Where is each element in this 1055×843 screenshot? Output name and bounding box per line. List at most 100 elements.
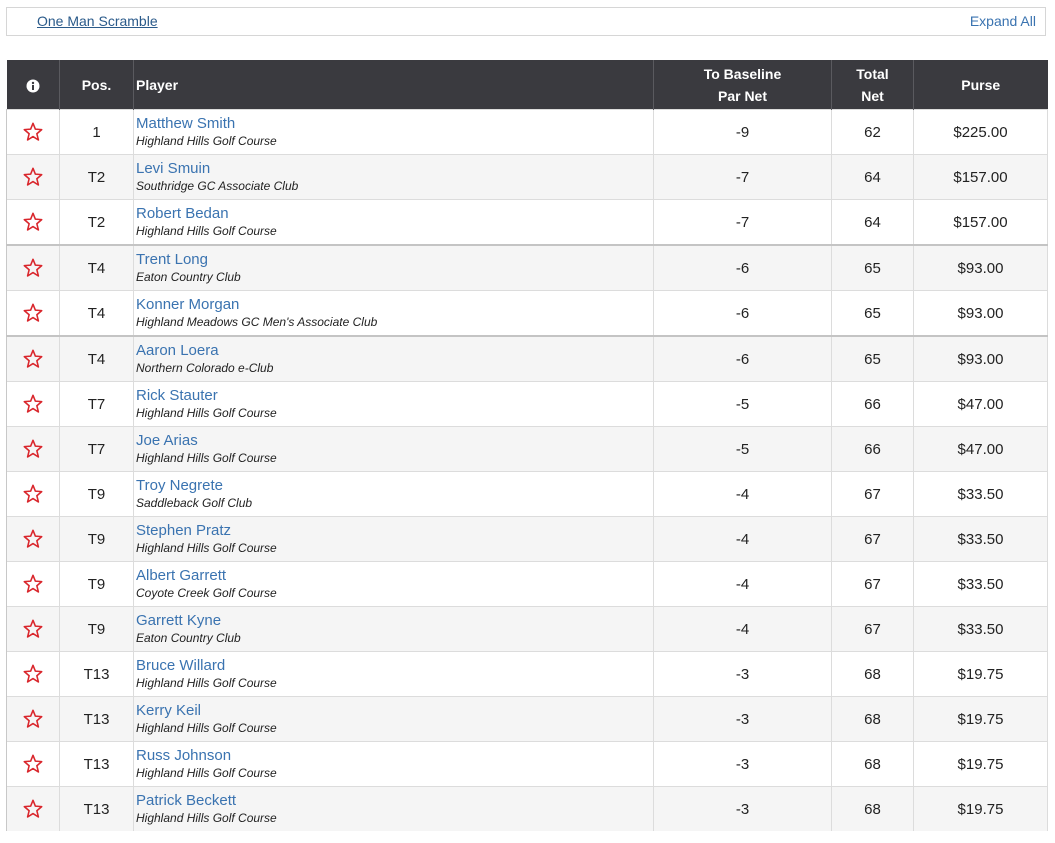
- pos-column-header[interactable]: Pos.: [59, 60, 134, 110]
- player-cell: Joe Arias Highland Hills Golf Course: [133, 426, 654, 472]
- star-outline-icon[interactable]: [22, 573, 44, 595]
- star-outline-icon[interactable]: [22, 438, 44, 460]
- star-outline-icon[interactable]: [22, 348, 44, 370]
- star-outline-icon[interactable]: [22, 393, 44, 415]
- star-outline-icon[interactable]: [22, 257, 44, 279]
- player-name-link[interactable]: Matthew Smith: [136, 115, 653, 133]
- table-row[interactable]: T2 Levi Smuin Southridge GC Associate Cl…: [6, 154, 1048, 200]
- table-row[interactable]: T13 Bruce Willard Highland Hills Golf Co…: [6, 651, 1048, 697]
- table-row[interactable]: T9 Stephen Pratz Highland Hills Golf Cou…: [6, 516, 1048, 562]
- table-row[interactable]: T4 Konner Morgan Highland Meadows GC Men…: [6, 290, 1048, 336]
- table-row[interactable]: T13 Patrick Beckett Highland Hills Golf …: [6, 786, 1048, 831]
- total-cell: 67: [831, 471, 914, 517]
- round-header-bar: One Man Scramble Expand All: [6, 7, 1046, 36]
- star-outline-icon[interactable]: [22, 166, 44, 188]
- player-name-link[interactable]: Aaron Loera: [136, 342, 653, 360]
- info-column-header[interactable]: [6, 60, 60, 110]
- to-par-cell: -3: [653, 741, 832, 787]
- player-club: Saddleback Golf Club: [136, 496, 253, 510]
- player-name-link[interactable]: Troy Negrete: [136, 477, 653, 495]
- round-name-link[interactable]: One Man Scramble: [37, 13, 158, 29]
- table-row[interactable]: T9 Troy Negrete Saddleback Golf Club -4 …: [6, 471, 1048, 517]
- to-par-cell: -5: [653, 381, 832, 427]
- player-name-link[interactable]: Garrett Kyne: [136, 612, 653, 630]
- star-outline-icon[interactable]: [22, 708, 44, 730]
- player-club: Highland Hills Golf Course: [136, 676, 277, 690]
- star-outline-icon[interactable]: [22, 798, 44, 820]
- to-par-value: -4: [735, 485, 750, 503]
- total-cell: 65: [831, 335, 914, 382]
- player-name-link[interactable]: Joe Arias: [136, 432, 653, 450]
- player-club: Highland Hills Golf Course: [136, 811, 277, 825]
- favorite-cell: [6, 651, 60, 697]
- star-outline-icon[interactable]: [22, 528, 44, 550]
- star-outline-icon[interactable]: [22, 753, 44, 775]
- star-outline-icon[interactable]: [22, 211, 44, 233]
- player-name-link[interactable]: Albert Garrett: [136, 567, 653, 585]
- purse-cell: $19.75: [913, 786, 1048, 831]
- table-row[interactable]: T9 Albert Garrett Coyote Creek Golf Cour…: [6, 561, 1048, 607]
- player-column-header[interactable]: Player: [133, 60, 654, 110]
- table-row[interactable]: T4 Aaron Loera Northern Colorado e-Club …: [6, 335, 1048, 382]
- table-row[interactable]: T7 Rick Stauter Highland Hills Golf Cour…: [6, 381, 1048, 427]
- star-outline-icon[interactable]: [22, 663, 44, 685]
- position-value: T4: [87, 304, 106, 322]
- purse-column-header[interactable]: Purse: [913, 60, 1048, 110]
- star-outline-icon[interactable]: [22, 483, 44, 505]
- position-cell: T4: [59, 290, 134, 336]
- favorite-cell: [6, 335, 60, 382]
- player-name-link[interactable]: Russ Johnson: [136, 747, 653, 765]
- total-column-header[interactable]: Total Net: [831, 60, 914, 110]
- to-par-value: -9: [735, 123, 750, 141]
- position-value: T2: [87, 168, 106, 186]
- table-row[interactable]: 1 Matthew Smith Highland Hills Golf Cour…: [6, 109, 1048, 155]
- total-value: 64: [864, 213, 881, 231]
- player-name-link[interactable]: Levi Smuin: [136, 160, 653, 178]
- total-cell: 68: [831, 696, 914, 742]
- position-value: 1: [92, 123, 101, 141]
- baseline-column-header[interactable]: To Baseline Par Net: [653, 60, 832, 110]
- total-value: 65: [864, 350, 881, 368]
- table-row[interactable]: T13 Kerry Keil Highland Hills Golf Cours…: [6, 696, 1048, 742]
- player-name-link[interactable]: Bruce Willard: [136, 657, 653, 675]
- to-par-cell: -3: [653, 786, 832, 831]
- total-value: 68: [864, 710, 881, 728]
- to-par-value: -3: [735, 755, 750, 773]
- total-cell: 65: [831, 244, 914, 291]
- player-name-link[interactable]: Robert Bedan: [136, 205, 653, 223]
- table-row[interactable]: T9 Garrett Kyne Eaton Country Club -4 67…: [6, 606, 1048, 652]
- star-outline-icon[interactable]: [22, 618, 44, 640]
- total-value: 68: [864, 665, 881, 683]
- player-name-link[interactable]: Patrick Beckett: [136, 792, 653, 810]
- player-name-link[interactable]: Stephen Pratz: [136, 522, 653, 540]
- table-row[interactable]: T2 Robert Bedan Highland Hills Golf Cour…: [6, 199, 1048, 245]
- to-par-value: -4: [735, 575, 750, 593]
- table-row[interactable]: T7 Joe Arias Highland Hills Golf Course …: [6, 426, 1048, 472]
- total-cell: 67: [831, 561, 914, 607]
- player-name-link[interactable]: Rick Stauter: [136, 387, 653, 405]
- player-cell: Russ Johnson Highland Hills Golf Course: [133, 741, 654, 787]
- position-value: T7: [87, 395, 106, 413]
- player-club: Highland Hills Golf Course: [136, 541, 277, 555]
- table-row[interactable]: T13 Russ Johnson Highland Hills Golf Cou…: [6, 741, 1048, 787]
- purse-value: $19.75: [957, 710, 1004, 728]
- player-name-link[interactable]: Kerry Keil: [136, 702, 653, 720]
- purse-value: $19.75: [957, 755, 1004, 773]
- expand-all-link[interactable]: Expand All: [970, 13, 1036, 29]
- to-par-value: -5: [735, 440, 750, 458]
- to-par-value: -3: [735, 710, 750, 728]
- position-cell: T9: [59, 561, 134, 607]
- player-name-link[interactable]: Konner Morgan: [136, 296, 653, 314]
- info-icon: [26, 79, 40, 93]
- player-cell: Levi Smuin Southridge GC Associate Club: [133, 154, 654, 200]
- star-outline-icon[interactable]: [22, 121, 44, 143]
- purse-value: $225.00: [953, 123, 1008, 141]
- to-par-cell: -4: [653, 516, 832, 562]
- star-outline-icon[interactable]: [22, 302, 44, 324]
- purse-cell: $157.00: [913, 199, 1048, 245]
- purse-value: $93.00: [957, 304, 1004, 322]
- player-name-link[interactable]: Trent Long: [136, 251, 653, 269]
- to-par-value: -4: [735, 620, 750, 638]
- table-row[interactable]: T4 Trent Long Eaton Country Club -6 65 $…: [6, 244, 1048, 291]
- total-cell: 66: [831, 426, 914, 472]
